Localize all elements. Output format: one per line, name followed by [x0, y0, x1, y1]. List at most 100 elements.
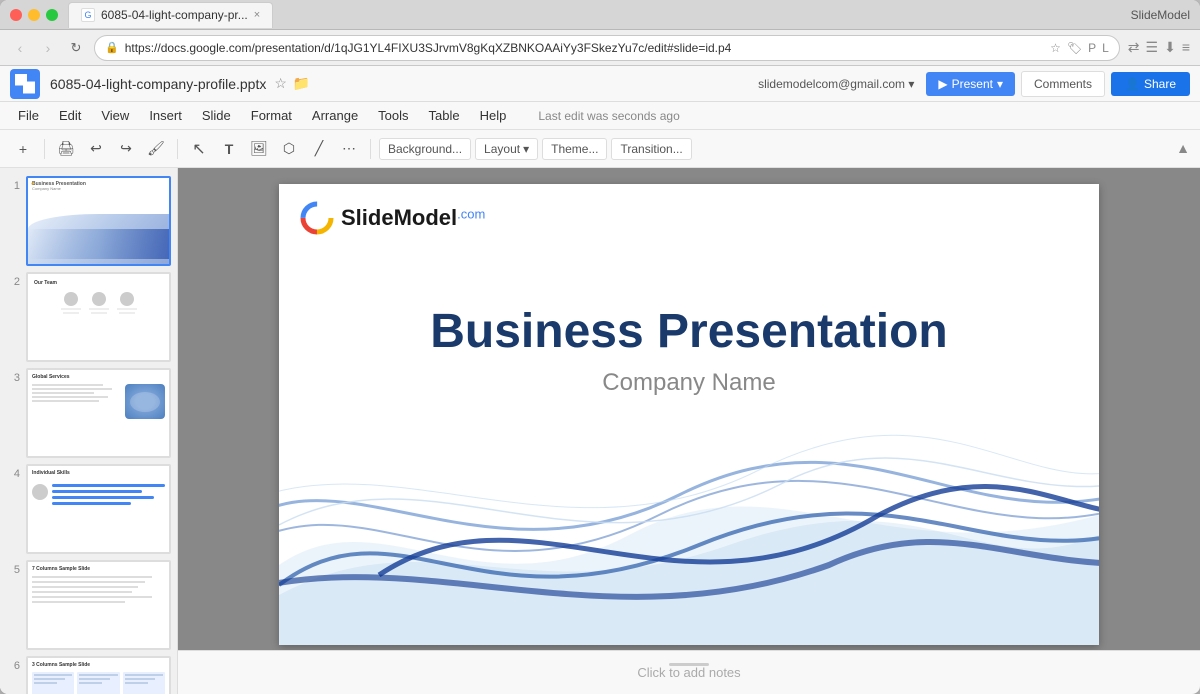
- browser-window: G 6085-04-light-company-pr... × SlideMod…: [0, 0, 1200, 694]
- notes-resize-handle[interactable]: [669, 663, 709, 666]
- back-button[interactable]: ‹: [10, 38, 30, 58]
- slide-logo: SlideModel.com: [299, 200, 485, 241]
- text-tool[interactable]: T: [216, 136, 242, 162]
- share-icon: 👤: [1125, 77, 1140, 91]
- line-tool[interactable]: ╱: [306, 136, 332, 162]
- menu-table[interactable]: Table: [421, 105, 468, 126]
- wave-svg: [279, 415, 1099, 645]
- slide-thumb-5[interactable]: 7 Columns Sample Slide: [26, 560, 171, 650]
- main-area: 1 Business Presentation Company Name ● 2: [0, 168, 1200, 694]
- traffic-lights: [10, 9, 58, 21]
- more-tools[interactable]: ⋯: [336, 136, 362, 162]
- tab-title: 6085-04-light-company-pr...: [101, 8, 248, 22]
- minimize-button[interactable]: [28, 9, 40, 21]
- menu-file[interactable]: File: [10, 105, 47, 126]
- present-button[interactable]: ▶ Present ▾: [926, 72, 1015, 96]
- menu-view[interactable]: View: [93, 105, 137, 126]
- user-email: slidemodelcom@gmail.com ▾: [758, 77, 914, 91]
- slide-canvas[interactable]: SlideModel.com Business Presentation Com…: [279, 184, 1099, 645]
- url-bar[interactable]: 🔒 https://docs.google.com/presentation/d…: [94, 35, 1120, 61]
- browser-tab[interactable]: G 6085-04-light-company-pr... ×: [68, 2, 273, 28]
- slide-number-3: 3: [6, 368, 20, 384]
- logo-com: .com: [457, 207, 485, 222]
- menu-edit[interactable]: Edit: [51, 105, 89, 126]
- star-icon[interactable]: ☆: [274, 75, 287, 92]
- slide-number-4: 4: [6, 464, 20, 480]
- browser-action-2[interactable]: ☰: [1146, 39, 1159, 56]
- toolbar-collapse-button[interactable]: ▲: [1176, 140, 1190, 156]
- extension-icon3[interactable]: L: [1102, 41, 1109, 55]
- tab-close-button[interactable]: ×: [254, 9, 260, 21]
- zoom-in-button[interactable]: +: [10, 136, 36, 162]
- menu-arrange[interactable]: Arrange: [304, 105, 366, 126]
- address-bar: ‹ › ↻ 🔒 https://docs.google.com/presenta…: [0, 30, 1200, 66]
- theme-button[interactable]: Theme...: [542, 138, 607, 160]
- background-button[interactable]: Background...: [379, 138, 471, 160]
- print-button[interactable]: 🖨: [53, 136, 79, 162]
- separator-1: [44, 139, 45, 159]
- cursor-tool[interactable]: ↖: [186, 136, 212, 162]
- extension-icon1[interactable]: 🏷: [1067, 41, 1082, 55]
- file-icons: ☆ 📁: [274, 75, 310, 92]
- slide-item-3[interactable]: 3 Global Services: [6, 368, 171, 458]
- bookmark-icon[interactable]: ☆: [1050, 41, 1061, 55]
- menu-format[interactable]: Format: [243, 105, 300, 126]
- menu-insert[interactable]: Insert: [141, 105, 190, 126]
- close-button[interactable]: [10, 9, 22, 21]
- menu-help[interactable]: Help: [472, 105, 515, 126]
- shape-tool[interactable]: ⬡: [276, 136, 302, 162]
- logo-ring-svg: [299, 200, 335, 236]
- present-label: Present: [952, 77, 993, 91]
- url-text: https://docs.google.com/presentation/d/1…: [125, 41, 1044, 55]
- slide-thumb-3[interactable]: Global Services: [26, 368, 171, 458]
- layout-button[interactable]: Layout ▾: [475, 138, 538, 160]
- slide-thumb-1[interactable]: Business Presentation Company Name ●: [26, 176, 171, 266]
- slide-item-1[interactable]: 1 Business Presentation Company Name ●: [6, 176, 171, 266]
- slide-number-2: 2: [6, 272, 20, 288]
- redo-button[interactable]: ↪: [113, 136, 139, 162]
- notes-placeholder[interactable]: Click to add notes: [637, 665, 740, 680]
- slide-thumb-2[interactable]: Our Team: [26, 272, 171, 362]
- title-bar: G 6085-04-light-company-pr... × SlideMod…: [0, 0, 1200, 30]
- slide-title: Business Presentation: [279, 304, 1099, 359]
- background-label: Background...: [388, 142, 462, 156]
- maximize-button[interactable]: [46, 9, 58, 21]
- refresh-button[interactable]: ↻: [66, 38, 86, 58]
- slide-thumb-6[interactable]: 3 Columns Sample Slide: [26, 656, 171, 694]
- toolbar: + 🖨 ↩ ↪ 🖌 ↖ T 🖼 ⬡ ╱ ⋯ Background... Layo…: [0, 130, 1200, 168]
- slide-number-1: 1: [6, 176, 20, 192]
- menu-tools[interactable]: Tools: [370, 105, 416, 126]
- slide-waves: [279, 415, 1099, 645]
- logo-text: SlideModel: [341, 205, 457, 230]
- menu-slide[interactable]: Slide: [194, 105, 239, 126]
- present-dropdown[interactable]: ▾: [997, 77, 1003, 91]
- folder-icon[interactable]: 📁: [293, 75, 310, 92]
- slide-item-6[interactable]: 6 3 Columns Sample Slide: [6, 656, 171, 694]
- url-right-icons: ☆ 🏷 P L: [1050, 41, 1109, 55]
- app-content: 6085-04-light-company-profile.pptx ☆ 📁 s…: [0, 66, 1200, 694]
- logo-text-area: SlideModel.com: [341, 205, 485, 231]
- canvas-scroll[interactable]: SlideModel.com Business Presentation Com…: [178, 168, 1200, 650]
- slide-item-2[interactable]: 2 Our Team: [6, 272, 171, 362]
- separator-2: [177, 139, 178, 159]
- slide-number-6: 6: [6, 656, 20, 672]
- comments-button[interactable]: Comments: [1021, 71, 1105, 97]
- theme-label: Theme...: [551, 142, 598, 156]
- extension-icon2[interactable]: P: [1088, 41, 1096, 55]
- browser-action-3[interactable]: ⬇: [1164, 39, 1176, 56]
- browser-action-1[interactable]: ⇄: [1128, 39, 1140, 56]
- notes-bar: Click to add notes: [194, 665, 1184, 680]
- paint-button[interactable]: 🖌: [143, 136, 169, 162]
- browser-action-4[interactable]: ≡: [1182, 39, 1190, 56]
- transition-button[interactable]: Transition...: [611, 138, 691, 160]
- slides-icon: [15, 74, 35, 94]
- tab-favicon: G: [81, 8, 95, 22]
- share-button[interactable]: 👤 Share: [1111, 72, 1190, 96]
- slide-item-5[interactable]: 5 7 Columns Sample Slide: [6, 560, 171, 650]
- slide-thumb-4[interactable]: Individual Skills: [26, 464, 171, 554]
- slide-number-5: 5: [6, 560, 20, 576]
- undo-button[interactable]: ↩: [83, 136, 109, 162]
- slide-item-4[interactable]: 4 Individual Skills: [6, 464, 171, 554]
- forward-button[interactable]: ›: [38, 38, 58, 58]
- image-tool[interactable]: 🖼: [246, 136, 272, 162]
